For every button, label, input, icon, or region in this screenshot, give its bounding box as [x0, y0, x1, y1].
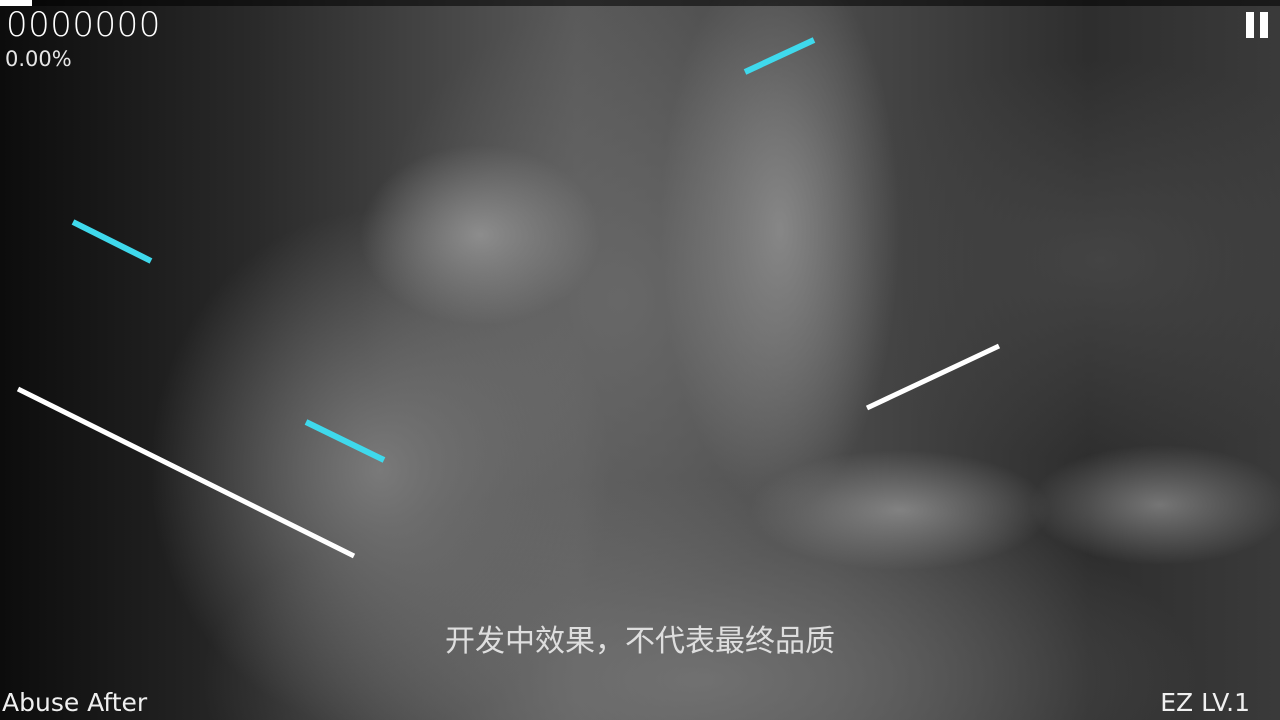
song-title: Abuse After — [2, 688, 148, 717]
dev-watermark: 开发中效果，不代表最终品质 — [445, 624, 835, 659]
difficulty-label: EZ LV.1 — [1160, 688, 1250, 717]
judge-line — [865, 343, 1001, 411]
playfield[interactable] — [0, 0, 1280, 720]
tap-note[interactable] — [71, 219, 153, 264]
game-screen[interactable]: 0000000 0.00% 开发中效果，不代表最终品质 Abuse After … — [0, 0, 1280, 720]
tap-note[interactable] — [743, 37, 816, 75]
judge-line — [16, 386, 356, 559]
tap-note[interactable] — [304, 419, 386, 463]
